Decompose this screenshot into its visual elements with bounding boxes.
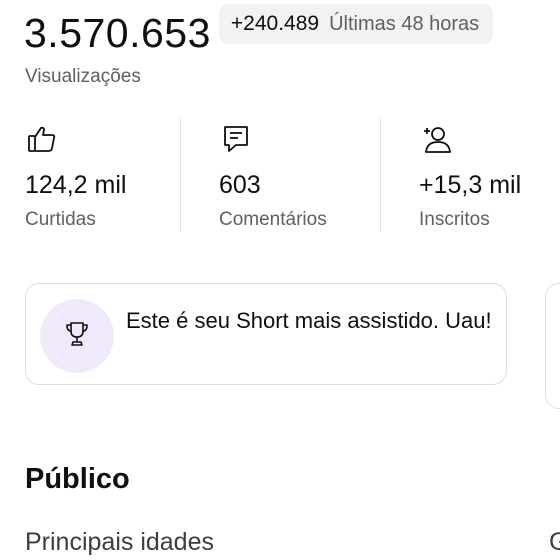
add-subscriber-icon bbox=[419, 122, 453, 156]
views-delta-period: Últimas 48 horas bbox=[329, 12, 480, 35]
subscribers-label: Inscritos bbox=[419, 209, 490, 230]
trophy-icon bbox=[62, 319, 92, 354]
trophy-badge bbox=[40, 299, 114, 373]
engagement-stats: 124,2 mil Curtidas 603 Comentários +15,3… bbox=[0, 118, 560, 234]
most-watched-text: Este é seu Short mais assistido. Uau! bbox=[126, 308, 492, 333]
next-card-peek[interactable] bbox=[545, 283, 560, 409]
comment-icon bbox=[219, 122, 253, 156]
thumbs-up-icon bbox=[25, 122, 59, 156]
stat-divider bbox=[180, 118, 181, 232]
views-count: 3.570.653 bbox=[24, 10, 211, 56]
next-heading-peek: G bbox=[549, 528, 560, 556]
comments-label: Comentários bbox=[219, 209, 327, 230]
likes-label: Curtidas bbox=[25, 209, 96, 230]
comments-value: 603 bbox=[219, 171, 261, 199]
most-watched-card[interactable]: Este é seu Short mais assistido. Uau! bbox=[25, 283, 507, 385]
views-summary: 3.570.653 +240.489 Últimas 48 horas bbox=[24, 4, 494, 56]
top-ages-heading: Principais idades bbox=[25, 528, 214, 556]
likes-value: 124,2 mil bbox=[25, 171, 127, 199]
subscribers-value: +15,3 mil bbox=[419, 171, 522, 199]
audience-title: Público bbox=[25, 463, 130, 495]
stat-divider bbox=[380, 118, 381, 232]
views-label: Visualizações bbox=[25, 66, 141, 87]
views-delta-pill: +240.489 Últimas 48 horas bbox=[218, 4, 494, 44]
views-delta-value: +240.489 bbox=[230, 12, 320, 35]
